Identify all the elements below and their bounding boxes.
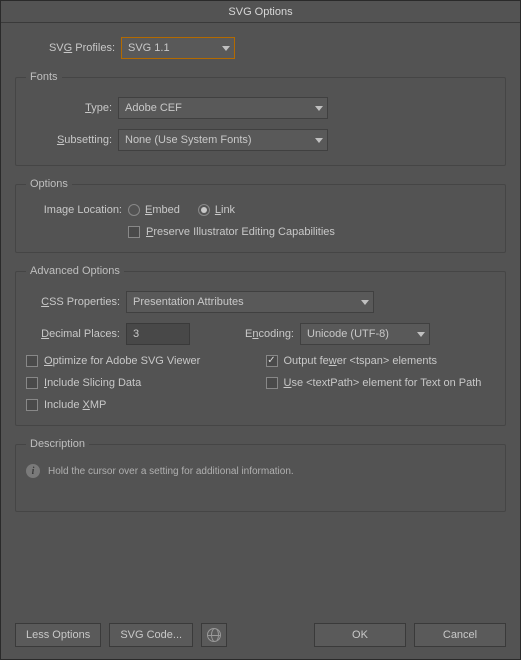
dialog-content: SVG Profiles: SVG 1.1 Fonts Type: Adobe … (1, 23, 520, 611)
checkbox-icon (266, 355, 278, 367)
preview-in-browser-button[interactable] (201, 623, 227, 647)
font-type-select[interactable]: Adobe CEF (118, 97, 328, 119)
button-bar: Less Options SVG Code... OK Cancel (1, 611, 520, 659)
output-tspan-label: Output fewer <tspan> elements (284, 355, 438, 367)
textpath-label: Use <textPath> element for Text on Path (284, 377, 482, 389)
chevron-down-icon (222, 46, 230, 51)
svg-profiles-value: SVG 1.1 (128, 42, 170, 54)
advanced-options-group: Advanced Options CSS Properties: Present… (15, 265, 506, 426)
checkbox-icon (26, 377, 38, 389)
globe-icon (207, 628, 221, 642)
font-subsetting-select[interactable]: None (Use System Fonts) (118, 129, 328, 151)
css-properties-select[interactable]: Presentation Attributes (126, 291, 374, 313)
radio-icon (198, 204, 210, 216)
encoding-select[interactable]: Unicode (UTF-8) (300, 323, 430, 345)
svg-profiles-select[interactable]: SVG 1.1 (121, 37, 235, 59)
include-slicing-checkbox[interactable]: Include Slicing Data (26, 377, 256, 389)
slicing-label: Include Slicing Data (44, 377, 141, 389)
embed-label: Embed (145, 204, 180, 216)
radio-icon (128, 204, 140, 216)
fonts-legend: Fonts (26, 71, 62, 83)
checkbox-icon (26, 355, 38, 367)
font-subsetting-value: None (Use System Fonts) (125, 134, 252, 146)
css-properties-value: Presentation Attributes (133, 296, 244, 308)
image-location-label: Image Location: (26, 204, 128, 216)
info-icon: i (26, 464, 40, 478)
checkbox-icon (26, 399, 38, 411)
use-textpath-checkbox[interactable]: Use <textPath> element for Text on Path (266, 377, 496, 389)
css-properties-label: CSS Properties: (26, 296, 126, 308)
options-group: Options Image Location: Embed Link Prese… (15, 178, 506, 253)
description-text: Hold the cursor over a setting for addit… (48, 466, 294, 477)
fonts-group: Fonts Type: Adobe CEF Subsetting: None (… (15, 71, 506, 166)
ok-button[interactable]: OK (314, 623, 406, 647)
svg-profiles-label: SVG Profiles: (15, 42, 121, 54)
font-type-label: Type: (26, 102, 118, 114)
font-type-value: Adobe CEF (125, 102, 182, 114)
less-options-button[interactable]: Less Options (15, 623, 101, 647)
options-legend: Options (26, 178, 72, 190)
decimal-places-value: 3 (133, 328, 139, 340)
include-xmp-checkbox[interactable]: Include XMP (26, 399, 256, 411)
image-location-link-radio[interactable]: Link (198, 204, 235, 216)
font-subsetting-label: Subsetting: (26, 134, 118, 146)
cancel-button[interactable]: Cancel (414, 623, 506, 647)
decimal-places-label: Decimal Places: (26, 328, 126, 340)
encoding-value: Unicode (UTF-8) (307, 328, 389, 340)
optimize-svg-viewer-checkbox[interactable]: Optimize for Adobe SVG Viewer (26, 355, 256, 367)
checkbox-icon (266, 377, 278, 389)
chevron-down-icon (315, 106, 323, 111)
description-group: Description i Hold the cursor over a set… (15, 438, 506, 512)
encoding-label: Encoding: (190, 328, 300, 340)
xmp-label: Include XMP (44, 399, 106, 411)
chevron-down-icon (315, 138, 323, 143)
titlebar: SVG Options (1, 1, 520, 23)
link-label: Link (215, 204, 235, 216)
preserve-editing-label: Preserve Illustrator Editing Capabilitie… (146, 226, 335, 238)
description-legend: Description (26, 438, 89, 450)
svg-code-button[interactable]: SVG Code... (109, 623, 193, 647)
svg-options-dialog: SVG Options SVG Profiles: SVG 1.1 Fonts … (0, 0, 521, 660)
checkbox-icon (128, 226, 140, 238)
advanced-legend: Advanced Options (26, 265, 124, 277)
preserve-editing-checkbox[interactable]: Preserve Illustrator Editing Capabilitie… (128, 226, 335, 238)
image-location-embed-radio[interactable]: Embed (128, 204, 180, 216)
chevron-down-icon (361, 300, 369, 305)
chevron-down-icon (417, 332, 425, 337)
optimize-label: Optimize for Adobe SVG Viewer (44, 355, 200, 367)
decimal-places-input[interactable]: 3 (126, 323, 190, 345)
output-fewer-tspan-checkbox[interactable]: Output fewer <tspan> elements (266, 355, 496, 367)
